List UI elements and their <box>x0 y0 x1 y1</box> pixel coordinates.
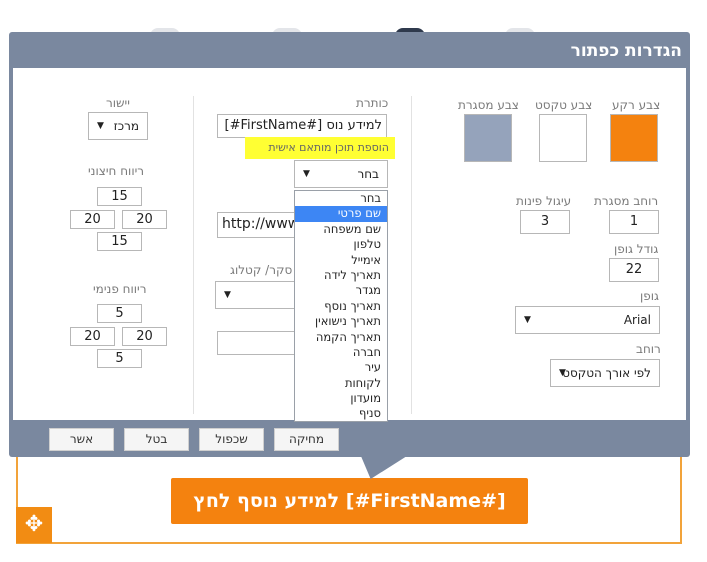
dropdown-option[interactable]: טלפון <box>295 237 387 252</box>
button-preview[interactable]: [#FirstName#] למידע נוסף לחץ <box>171 478 528 524</box>
extra-input[interactable] <box>217 331 295 355</box>
outer-padding-label: ריווח חיצוני <box>88 164 145 178</box>
corner-radius-input[interactable]: 3 <box>520 210 570 234</box>
confirm-button[interactable]: אשר <box>49 428 114 451</box>
inner-padding-bottom[interactable]: 5 <box>97 349 142 368</box>
dropdown-option[interactable]: תאריך לידה <box>295 268 387 283</box>
font-select-value: Arial <box>623 313 651 327</box>
personalize-select-value: בחר <box>357 167 379 181</box>
column-divider <box>193 96 194 414</box>
alignment-select[interactable]: מרכז ▼ <box>88 112 148 140</box>
dropdown-option[interactable]: בחר <box>295 191 387 206</box>
dialog-title: הגדרות כפתור <box>570 41 682 61</box>
chevron-down-icon: ▼ <box>303 169 310 179</box>
dropdown-option[interactable]: תאריך הקמה <box>295 330 387 345</box>
width-select[interactable]: לפי אורך הטקסט ▼ <box>550 359 660 387</box>
border-width-input[interactable]: 1 <box>609 210 659 234</box>
column-divider <box>411 96 412 414</box>
personalize-hint[interactable]: הוספת תוכן מותאם אישית <box>245 137 395 159</box>
inner-padding-label: ריווח פנימי <box>93 282 147 296</box>
font-label: גופן <box>640 289 659 303</box>
dropdown-option[interactable]: אימייל <box>295 253 387 268</box>
outer-padding-right[interactable]: 20 <box>122 210 167 229</box>
font-select[interactable]: Arial ▼ <box>515 306 660 334</box>
outer-padding-top[interactable]: 15 <box>97 187 142 206</box>
outer-padding-left[interactable]: 20 <box>70 210 115 229</box>
delete-button[interactable]: מחיקה <box>274 428 339 451</box>
border-color-label: צבע מסגרת <box>458 98 519 112</box>
dropdown-option[interactable]: שם משפחה <box>295 222 387 237</box>
inner-padding-left[interactable]: 20 <box>70 327 115 346</box>
alignment-select-value: מרכז <box>113 119 139 133</box>
catalog-select[interactable]: ▼ <box>215 281 295 309</box>
dropdown-option-selected[interactable]: שם פרטי <box>295 206 387 222</box>
dropdown-option[interactable]: מועדון <box>295 391 387 406</box>
chevron-down-icon: ▼ <box>524 315 531 325</box>
text-color-swatch[interactable] <box>539 114 587 162</box>
dropdown-option[interactable]: סניף <box>295 406 387 421</box>
background-color-label: צבע רקע <box>612 98 661 112</box>
outer-padding-bottom[interactable]: 15 <box>97 232 142 251</box>
background-toolbar <box>0 0 707 32</box>
chevron-down-icon: ▼ <box>97 121 104 131</box>
dropdown-option[interactable]: מגדר <box>295 283 387 298</box>
move-icon[interactable]: ✥ <box>16 507 52 543</box>
alignment-label: יישור <box>106 96 130 110</box>
title-label: כותרת <box>356 96 389 110</box>
border-color-swatch[interactable] <box>464 114 512 162</box>
catalog-label: סקר/ קטלוג <box>230 263 293 277</box>
corner-radius-label: עיגול פינות <box>516 194 572 208</box>
border-width-label: רוחב מסגרת <box>594 194 659 208</box>
inner-padding-top[interactable]: 5 <box>97 304 142 323</box>
cancel-button[interactable]: בטל <box>124 428 189 451</box>
dropdown-option[interactable]: תאריך נישואין <box>295 314 387 329</box>
dropdown-option[interactable]: תאריך נוסף <box>295 299 387 314</box>
chevron-down-icon: ▼ <box>224 290 231 300</box>
duplicate-button[interactable]: שכפול <box>199 428 264 451</box>
text-color-label: צבע טקסט <box>535 98 593 112</box>
font-size-input[interactable]: 22 <box>609 258 659 282</box>
width-select-value: לפי אורך הטקסט <box>562 366 651 380</box>
inner-padding-right[interactable]: 20 <box>122 327 167 346</box>
title-input[interactable]: [#FirstName#] למידע נוס <box>217 114 387 138</box>
dropdown-option[interactable]: חברה <box>295 345 387 360</box>
link-input[interactable]: http://www. <box>217 212 302 238</box>
personalize-select[interactable]: בחר ▼ <box>294 160 388 188</box>
dropdown-option[interactable]: עיר <box>295 360 387 375</box>
dropdown-option[interactable]: לקוחות <box>295 376 387 391</box>
chevron-down-icon: ▼ <box>559 368 566 378</box>
personalize-dropdown-list[interactable]: בחר שם פרטי שם משפחה טלפון אימייל תאריך … <box>294 190 388 422</box>
width-label: רוחב <box>636 342 661 356</box>
font-size-label: גודל גופן <box>614 242 659 256</box>
background-color-swatch[interactable] <box>610 114 658 162</box>
